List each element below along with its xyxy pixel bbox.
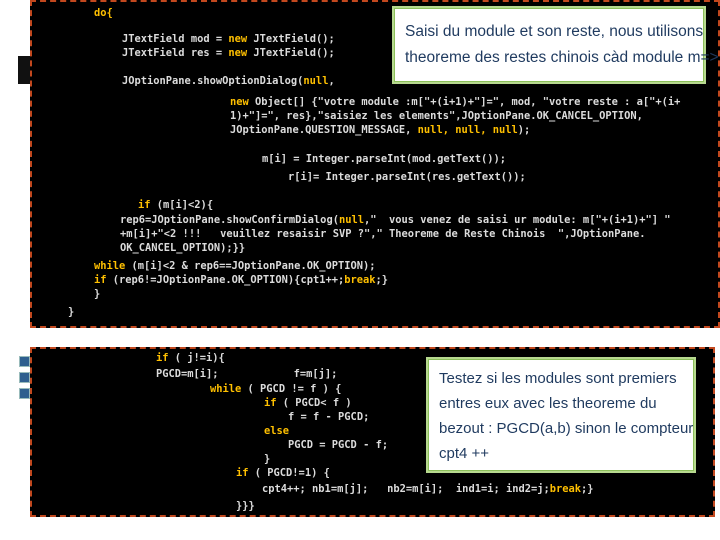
annotation-note-bottom: Testez si les modules sont premiers entr… (428, 359, 694, 471)
code-keyword: if (138, 199, 151, 211)
code-text: JOptionPane.showOptionDialog( (122, 75, 304, 87)
code-line: JTextField mod = new JTextField(); (122, 32, 335, 46)
code-text: ); (517, 124, 531, 136)
code-text: ( PGCD != f ) { (241, 383, 342, 395)
code-keyword: new (228, 33, 248, 45)
code-line: PGCD=m[i]; f=m[j]; (156, 367, 337, 381)
note-line: theoreme des restes chinois càd module m… (405, 49, 720, 66)
code-keyword: new (230, 96, 249, 108)
code-line: while (m[i]<2 & rep6==JOptionPane.OK_OPT… (94, 259, 376, 273)
code-text: , (328, 75, 335, 87)
code-line: new Object[] {"votre module :m["+(i+1)+"… (230, 95, 680, 109)
code-text: rep6=JOptionPane.showConfirmDialog( (120, 214, 339, 226)
code-line: if ( j!=i){ (156, 351, 225, 365)
code-line: do{ (94, 6, 113, 20)
bullet-square-icon (19, 388, 30, 399)
code-line: if (rep6!=JOptionPane.OK_OPTION){cpt1++;… (94, 273, 388, 287)
code-text: r[i]= Integer.parseInt(res.getText()); (288, 171, 526, 183)
code-line: } (94, 287, 100, 301)
code-keyword: if (264, 397, 277, 409)
note-line: Saisi du module et son reste, nous utili… (405, 23, 704, 40)
code-text: OK_CANCEL_OPTION);}} (120, 242, 246, 254)
code-line: 1)+"]=", res},"saisiez les elements",JOp… (230, 109, 643, 123)
bullet-square-icon (19, 356, 30, 367)
slide-marker (18, 56, 30, 84)
code-line: JOptionPane.showOptionDialog(null, (122, 74, 335, 88)
code-line: if (m[i]<2){ (138, 198, 213, 212)
code-text: JTextField(); (247, 33, 335, 45)
code-line: if ( PGCD!=1) { (236, 466, 330, 480)
code-keyword: while (94, 260, 126, 272)
code-text: JTextField mod = (122, 33, 229, 45)
code-text: ," vous venez de saisi ur module: m["+(i… (363, 214, 671, 226)
code-text: } (68, 306, 75, 318)
code-text: PGCD=m[i]; (156, 368, 219, 380)
code-keyword: new (228, 47, 248, 59)
code-line: JTextField res = new JTextField(); (122, 46, 335, 60)
code-keyword: break (549, 483, 582, 495)
code-keyword: null, null, null (417, 124, 518, 136)
annotation-note-top: Saisi du module et son reste, nous utili… (394, 8, 718, 82)
code-panel-top: do{JTextField mod = new JTextField(); JTe… (30, 0, 720, 328)
code-keyword: if (156, 352, 169, 364)
code-text: ;} (581, 483, 594, 495)
code-text: f = f - PGCD; (288, 411, 370, 423)
code-text: JTextField(); (247, 47, 335, 59)
code-line: +m[i]+"<2 !!! veuillez resaisir SVP ?","… (120, 227, 645, 241)
code-text: } (94, 288, 101, 300)
code-line: m[i] = Integer.parseInt(mod.getText()); (262, 152, 506, 166)
code-keyword: else (264, 425, 290, 437)
note-line: bezout : PGCD(a,b) sinon le compteur (439, 420, 694, 437)
code-line: cpt4++; nb1=m[j]; nb2=m[i]; ind1=i; ind2… (262, 482, 594, 496)
code-keyword: while (210, 383, 242, 395)
code-text: m[i] = Integer.parseInt(mod.getText()); (262, 153, 506, 165)
code-text: ( PGCD< f ) (276, 397, 352, 409)
code-text: +m[i]+"<2 !!! veuillez resaisir SVP ?","… (120, 228, 646, 240)
code-keyword: if (94, 274, 107, 286)
note-line: entres eux avec les theoreme du (439, 395, 657, 412)
bullet-square-icon (19, 372, 30, 383)
code-keyword: null (338, 214, 364, 226)
code-line: rep6=JOptionPane.showConfirmDialog(null,… (120, 213, 671, 227)
code-line: } (68, 305, 74, 319)
code-line: JOptionPane.QUESTION_MESSAGE, null, null… (230, 123, 530, 137)
code-text: ( PGCD!=1) { (248, 467, 330, 479)
code-text: Object[] {"votre module :m["+(i+1)+"]=",… (248, 96, 681, 108)
code-text: ;} (375, 274, 389, 286)
code-line: } (264, 452, 270, 466)
left-margin (0, 0, 18, 540)
code-text: JOptionPane.QUESTION_MESSAGE, (230, 124, 418, 136)
code-text: PGCD = PGCD - f; (288, 439, 389, 451)
code-line: PGCD = PGCD - f; (288, 438, 388, 452)
code-line: OK_CANCEL_OPTION);}} (120, 241, 245, 255)
code-line: if ( PGCD< f ) (264, 396, 352, 410)
code-text: } (264, 453, 271, 465)
code-text: f=m[j]; (218, 368, 338, 380)
code-line: r[i]= Integer.parseInt(res.getText()); (288, 170, 526, 184)
code-keyword: null (303, 75, 329, 87)
code-line: while ( PGCD != f ) { (210, 382, 341, 396)
code-line: else (264, 424, 289, 438)
code-text: }}} (236, 500, 255, 512)
note-line: cpt4 ++ (439, 445, 490, 462)
code-text: JTextField res = (122, 47, 229, 59)
code-text: 1)+"]=", res},"saisiez les elements",JOp… (230, 110, 643, 122)
code-text: (m[i]<2){ (150, 199, 214, 211)
code-text: ( j!=i){ (168, 352, 225, 364)
code-text: (m[i]<2 & rep6==JOptionPane.OK_OPTION); (125, 260, 376, 272)
code-line: f = f - PGCD; (288, 410, 369, 424)
code-keyword: do{ (94, 7, 113, 19)
code-text: cpt4++; nb1=m[j]; nb2=m[i]; ind1=i; ind2… (262, 483, 550, 495)
code-line: }}} (236, 499, 255, 513)
code-keyword: if (236, 467, 249, 479)
code-text: (rep6!=JOptionPane.OK_OPTION){cpt1++; (106, 274, 345, 286)
code-panel-bottom: if ( j!=i){PGCD=m[i]; f=m[j]; while ( PGC… (30, 347, 715, 517)
note-line: Testez si les modules sont premiers (439, 370, 677, 387)
code-keyword: break (344, 274, 376, 286)
